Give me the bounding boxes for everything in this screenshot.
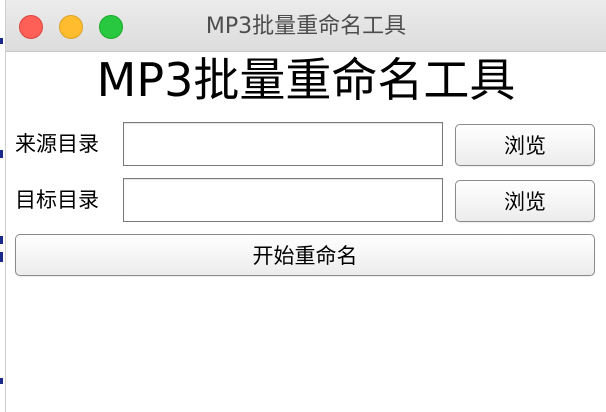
- background-window-mark: [0, 150, 3, 158]
- background-window-mark: [0, 378, 3, 384]
- title-bar[interactable]: MP3批量重命名工具: [6, 0, 606, 52]
- background-window-mark: [0, 38, 3, 44]
- page-title: MP3批量重命名工具: [96, 53, 516, 107]
- target-directory-input[interactable]: [123, 178, 443, 222]
- source-directory-input[interactable]: [123, 122, 443, 166]
- background-window-mark: [0, 252, 3, 262]
- app-window: MP3批量重命名工具 MP3批量重命名工具 来源目录 浏览 目标目录 浏览 开始…: [5, 0, 606, 412]
- window-title: MP3批量重命名工具: [205, 14, 407, 39]
- target-directory-label: 目标目录: [15, 188, 99, 212]
- source-directory-label: 来源目录: [15, 132, 99, 156]
- target-browse-button[interactable]: 浏览: [455, 180, 595, 222]
- source-browse-button[interactable]: 浏览: [455, 124, 595, 166]
- background-window-mark: [0, 236, 3, 244]
- start-rename-button[interactable]: 开始重命名: [15, 234, 595, 276]
